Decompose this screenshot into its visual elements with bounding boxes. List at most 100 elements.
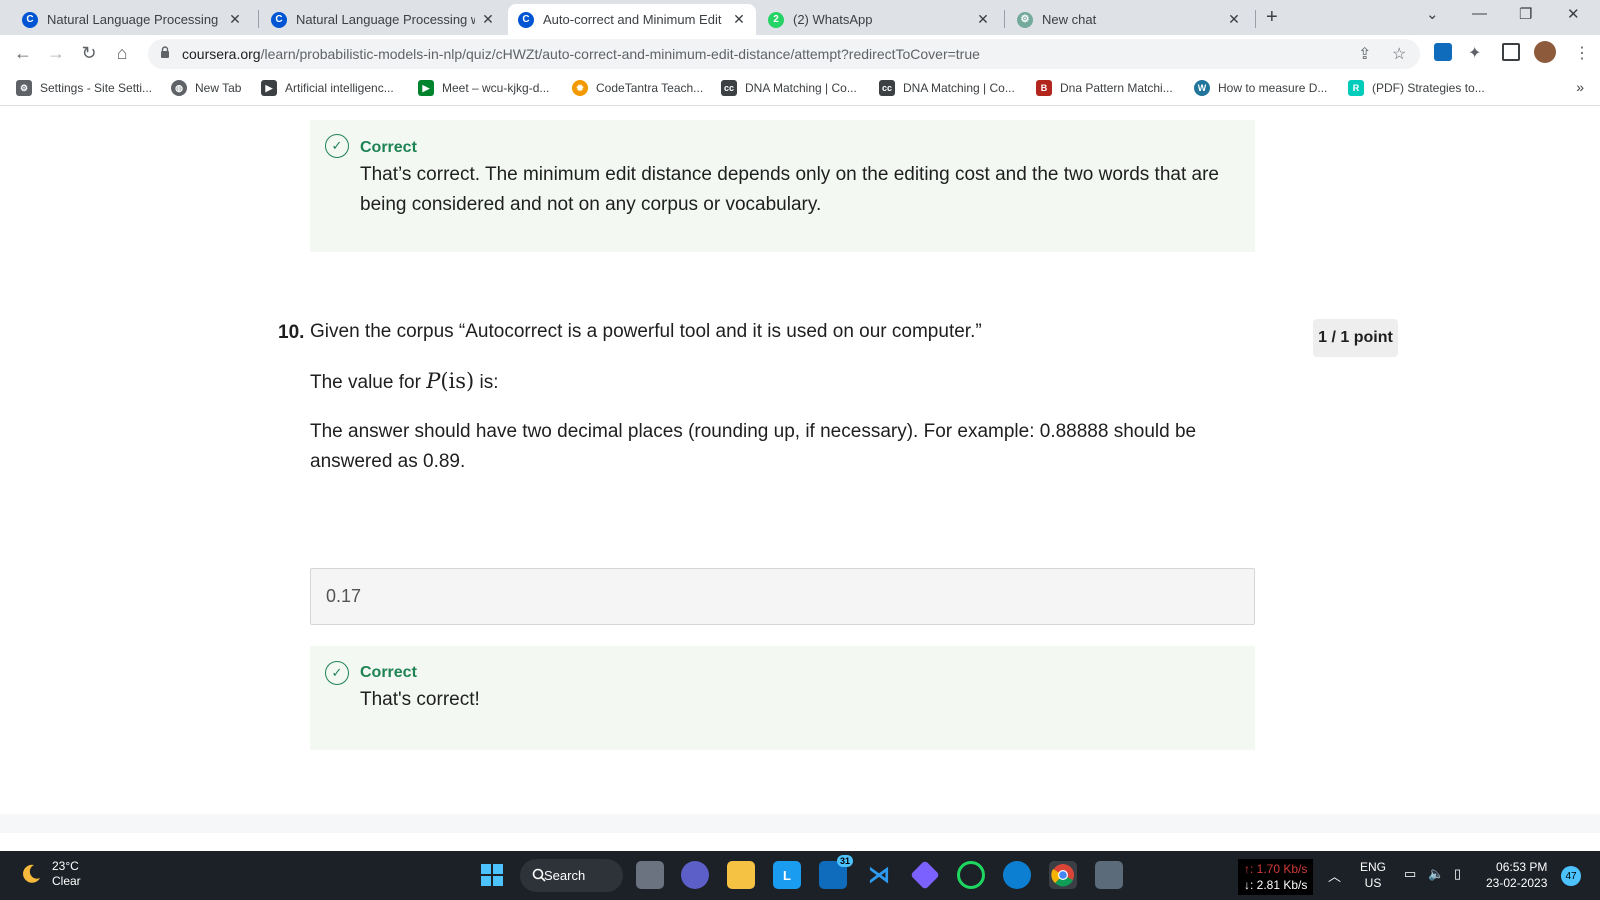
close-tab-icon[interactable]: ✕ — [1227, 11, 1241, 28]
question-number: 10. — [278, 322, 305, 343]
mail-badge: 31 — [836, 855, 853, 867]
notification-badge[interactable]: 47 — [1561, 866, 1581, 886]
feedback-title: Correct — [360, 139, 417, 156]
tab-title: New chat — [1042, 12, 1097, 27]
tab-title: Auto-correct and Minimum Edit I — [543, 12, 726, 27]
bookmark-label: Artificial intelligenc... — [285, 81, 394, 95]
new-tab-button[interactable]: + — [1266, 6, 1278, 29]
bookmark-dna-pattern[interactable]: B Dna Pattern Matchi... — [1036, 80, 1173, 96]
upload-speed: ↑: 1.70 Kb/s — [1244, 862, 1308, 876]
bookmark-label: Meet – wcu-kjkg-d... — [442, 81, 550, 95]
edge-icon[interactable] — [1003, 861, 1031, 889]
language-indicator[interactable]: ENG US — [1360, 859, 1386, 891]
media-player-icon[interactable] — [910, 860, 940, 890]
bookmark-ai[interactable]: ▶ Artificial intelligenc... — [261, 80, 394, 96]
question-instructions: The answer should have two decimal place… — [310, 421, 1197, 472]
side-panel-icon[interactable] — [1502, 43, 1520, 61]
bookmark-label: Settings - Site Setti... — [40, 81, 153, 95]
task-view-icon[interactable] — [636, 861, 664, 889]
tab-title: Natural Language Processing wit — [296, 12, 475, 27]
tab-autocorrect[interactable]: C Auto-correct and Minimum Edit I ✕ — [508, 4, 756, 35]
search-label: Search — [544, 868, 586, 883]
bookmark-label: New Tab — [195, 81, 242, 95]
close-window-icon[interactable]: ✕ — [1567, 5, 1580, 23]
bookmark-codetantra[interactable]: ✹ CodeTantra Teach... — [572, 80, 703, 96]
profile-avatar[interactable] — [1534, 41, 1556, 63]
points-badge: 1 / 1 point — [1313, 319, 1398, 357]
bookmark-star-icon[interactable]: ☆ — [1392, 44, 1406, 64]
tab-nlp-1[interactable]: C Natural Language Processing - G ✕ — [12, 4, 252, 35]
math-expression: P(is) — [426, 369, 474, 393]
bookmark-pdf[interactable]: R (PDF) Strategies to... — [1348, 80, 1485, 96]
close-tab-icon[interactable]: ✕ — [732, 11, 746, 28]
back-icon[interactable]: ← — [13, 43, 33, 64]
vscode-icon[interactable]: ⋊ — [865, 861, 893, 889]
address-bar[interactable]: coursera.org/learn/probabilistic-models-… — [148, 39, 1420, 69]
home-icon[interactable]: ⌂ — [112, 43, 132, 64]
blogger-icon: B — [1036, 80, 1052, 96]
tray-chevron-icon[interactable]: ︿ — [1328, 866, 1341, 885]
taskbar-search[interactable]: Search — [520, 859, 623, 892]
tab-nlp-2[interactable]: C Natural Language Processing wit ✕ — [261, 4, 505, 35]
windows-start-icon[interactable] — [478, 861, 506, 889]
volume-icon[interactable]: 🔈 — [1428, 866, 1444, 882]
bookmark-meet[interactable]: ▶ Meet – wcu-kjkg-d... — [418, 80, 549, 96]
coursera-icon: C — [271, 11, 287, 28]
moon-icon — [23, 864, 40, 883]
coursera-icon: C — [22, 11, 38, 28]
coursera-icon: C — [518, 11, 534, 28]
play-icon: ▶ — [261, 80, 277, 96]
teams-chat-icon[interactable] — [681, 861, 709, 889]
close-tab-icon[interactable]: ✕ — [228, 11, 242, 28]
bookmark-dna-2[interactable]: cc DNA Matching | Co... — [879, 80, 1015, 96]
calculator-icon[interactable] — [1095, 861, 1123, 889]
reload-icon[interactable]: ↻ — [79, 43, 99, 64]
close-tab-icon[interactable]: ✕ — [481, 11, 495, 28]
download-speed: ↓: 2.81 Kb/s — [1244, 878, 1308, 892]
weather-condition: Clear — [52, 874, 81, 888]
tab-separator — [1004, 10, 1005, 28]
tab-search-chevron-icon[interactable]: ⌄ — [1426, 5, 1439, 23]
prompt-prefix: The value for — [310, 372, 421, 393]
system-clock[interactable]: 06:53 PM 23-02-2023 — [1486, 859, 1547, 891]
page-footer-strip — [0, 814, 1600, 833]
menu-kebab-icon[interactable]: ⋮ — [1574, 43, 1590, 63]
answer-feedback-box: ✓ Correct That's correct! — [310, 646, 1255, 750]
bookmark-how-to[interactable]: W How to measure D... — [1194, 80, 1327, 96]
url-text: coursera.org/learn/probabilistic-models-… — [182, 46, 980, 62]
share-icon[interactable]: ⇪ — [1358, 44, 1371, 64]
l-app-icon[interactable]: L — [773, 861, 801, 889]
researchgate-icon: R — [1348, 80, 1364, 96]
forward-icon[interactable]: → — [46, 43, 66, 64]
battery-icon[interactable]: ▯ — [1454, 866, 1461, 882]
bookmark-label: DNA Matching | Co... — [745, 81, 857, 95]
more-bookmarks-icon[interactable]: » — [1576, 79, 1584, 95]
restore-icon[interactable]: ❐ — [1519, 5, 1532, 23]
tab-new-chat[interactable]: ⚙ New chat ✕ — [1007, 4, 1251, 35]
network-icon[interactable]: ▭ — [1404, 866, 1416, 882]
globe-icon: ◍ — [171, 80, 187, 96]
file-explorer-icon[interactable] — [727, 861, 755, 889]
sync-app-icon[interactable] — [957, 861, 985, 889]
answer-input[interactable]: 0.17 — [310, 568, 1255, 625]
extensions-puzzle-icon[interactable]: ✦ — [1468, 43, 1481, 63]
tab-strip: C Natural Language Processing - G ✕ C Na… — [0, 0, 1600, 35]
bookmark-new-tab[interactable]: ◍ New Tab — [171, 80, 241, 96]
tab-whatsapp[interactable]: 2 (2) WhatsApp ✕ — [758, 4, 1000, 35]
cc-icon: cc — [879, 80, 895, 96]
chrome-icon[interactable] — [1049, 861, 1077, 889]
outlook-extension-icon[interactable] — [1434, 43, 1452, 61]
bookmark-settings[interactable]: ⚙ Settings - Site Setti... — [16, 80, 152, 96]
bookmark-dna-1[interactable]: cc DNA Matching | Co... — [721, 80, 857, 96]
bookmark-label: (PDF) Strategies to... — [1372, 81, 1485, 95]
mail-icon[interactable]: 31 — [819, 855, 853, 889]
close-tab-icon[interactable]: ✕ — [976, 11, 990, 28]
minimize-icon[interactable]: — — [1472, 5, 1487, 22]
question-text: Given the corpus “Autocorrect is a power… — [310, 321, 982, 342]
tab-separator — [1255, 10, 1256, 28]
prompt-suffix: is: — [479, 372, 499, 393]
google-meet-icon: ▶ — [418, 80, 434, 96]
settings-gear-icon: ⚙ — [16, 80, 32, 96]
weather-widget[interactable]: 23°C Clear — [20, 859, 81, 889]
question-prompt: The value for P(is) is: — [310, 366, 499, 398]
